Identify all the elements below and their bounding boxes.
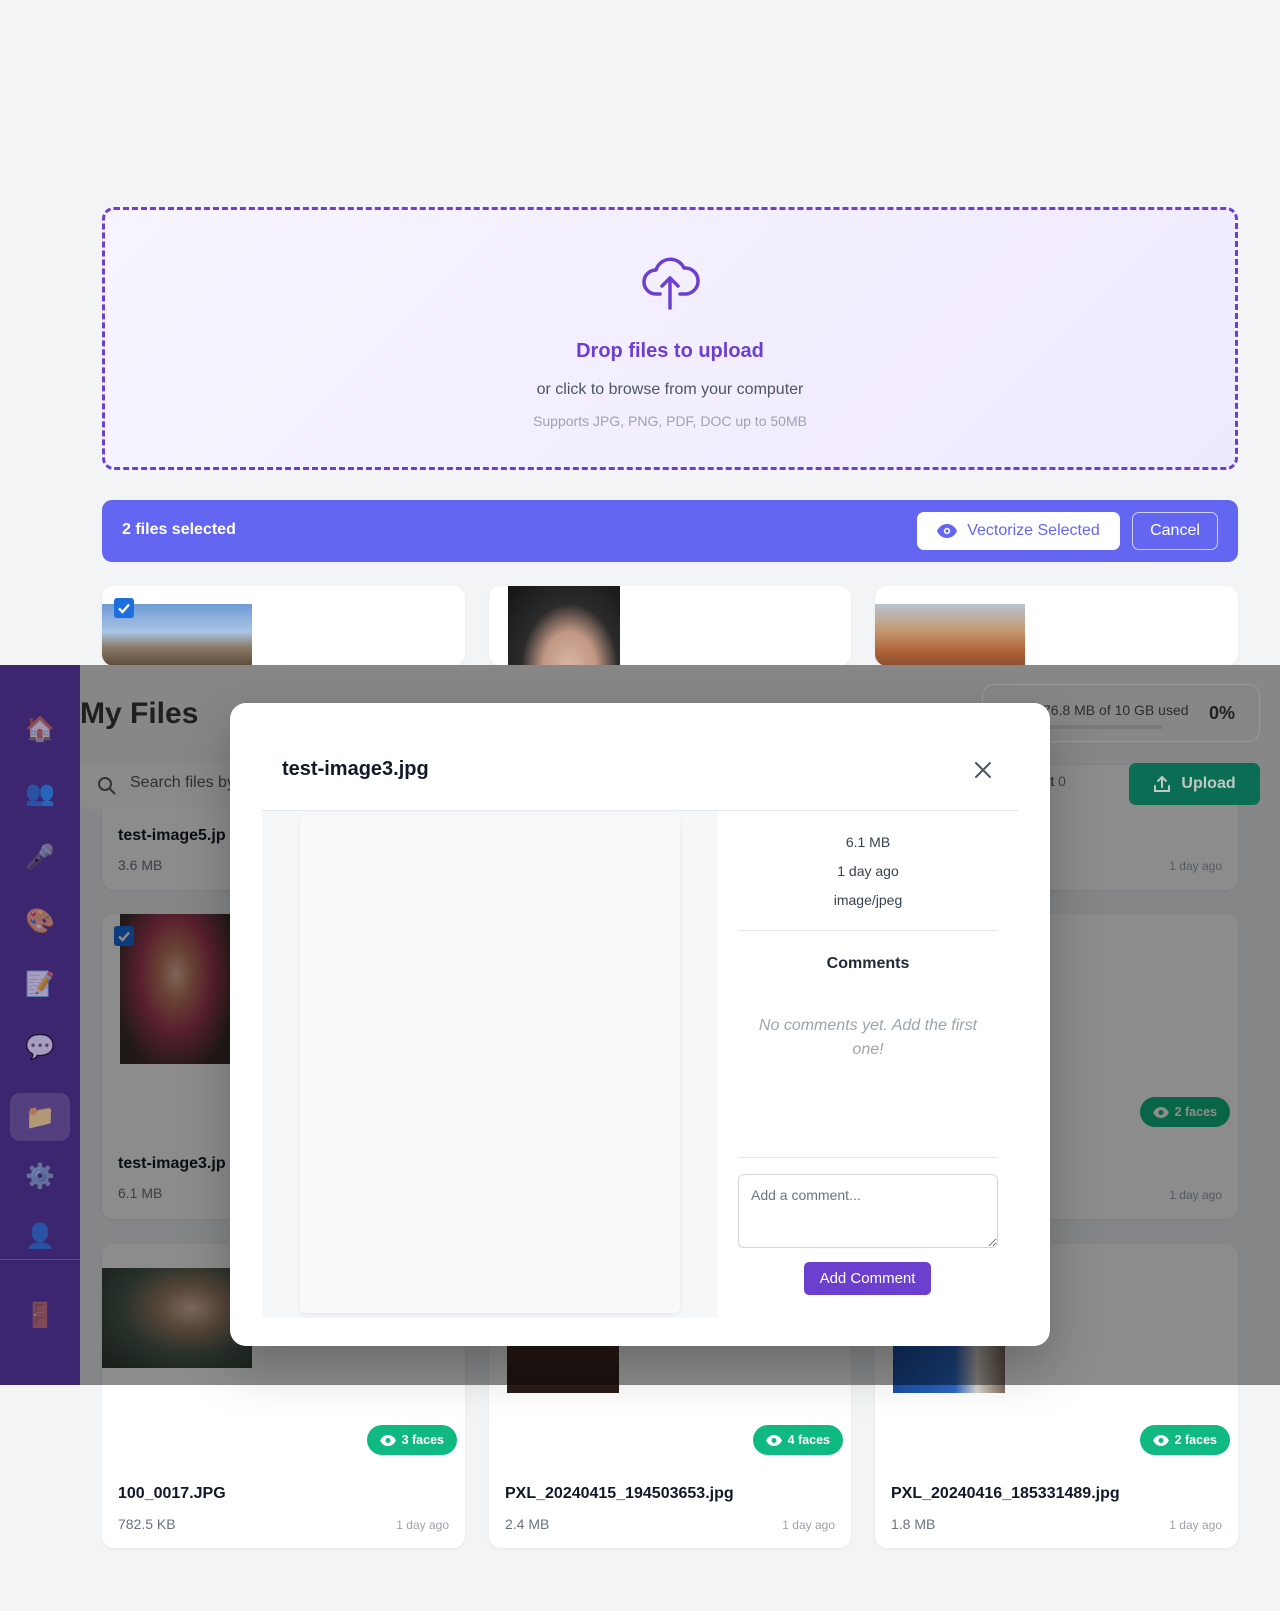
file-thumbnail xyxy=(508,586,620,666)
file-card[interactable] xyxy=(875,586,1238,666)
file-card[interactable] xyxy=(102,586,465,666)
cloud-upload-icon xyxy=(642,257,700,310)
nav-files[interactable]: 📁 xyxy=(10,1093,70,1141)
faces-count: 4 faces xyxy=(787,1433,830,1447)
file-details-modal: test-image3.jpg 6.1 MB 1 day ago image/j… xyxy=(230,703,1050,1346)
file-name: PXL_20240415_194503653.jpg xyxy=(505,1485,734,1502)
modal-title: test-image3.jpg xyxy=(282,758,429,780)
file-size: 782.5 KB xyxy=(118,1516,176,1532)
preview-image xyxy=(300,815,680,1313)
eye-icon xyxy=(379,1434,396,1446)
upload-subtitle: or click to browse from your computer xyxy=(536,381,804,398)
nav-microphone[interactable]: 🎤 xyxy=(10,833,70,881)
nav-home[interactable]: 🏠 xyxy=(10,705,70,753)
eye-icon xyxy=(1152,1434,1169,1446)
add-comment-button[interactable]: Add Comment xyxy=(804,1262,931,1295)
page-title: My Files xyxy=(80,697,199,730)
microphone-icon: 🎤 xyxy=(25,843,55,871)
file-date: 1 day ago xyxy=(396,1518,449,1532)
upload-title: Drop files to upload xyxy=(576,340,764,362)
nav-settings[interactable]: ⚙️ xyxy=(10,1152,70,1200)
recent-count: 0 xyxy=(1058,773,1066,789)
eye-icon xyxy=(765,1434,782,1446)
person-icon: 👤 xyxy=(25,1222,55,1250)
file-size: 1.8 MB xyxy=(891,1516,936,1532)
file-preview xyxy=(262,811,718,1318)
upload-dropzone[interactable]: Drop files to upload or click to browse … xyxy=(102,207,1238,470)
file-name: 100_0017.JPG xyxy=(118,1485,226,1502)
faces-count: 3 faces xyxy=(401,1433,444,1447)
empty-comments-message: No comments yet. Add the first one! xyxy=(758,1017,978,1058)
faces-count: 2 faces xyxy=(1174,1433,1217,1447)
comment-input[interactable] xyxy=(738,1174,998,1248)
cancel-button[interactable]: Cancel xyxy=(1132,512,1218,550)
meta-divider xyxy=(738,930,998,931)
file-date: 1 day ago xyxy=(1169,1518,1222,1532)
file-name: PXL_20240416_185331489.jpg xyxy=(891,1485,1120,1502)
folder-icon: 📁 xyxy=(25,1103,55,1131)
search-icon xyxy=(98,777,116,795)
selection-bar: 2 files selected Vectorize Selected Canc… xyxy=(102,500,1238,562)
faces-badge: 4 faces xyxy=(752,1425,843,1455)
search-placeholder: Search files by xyxy=(130,774,230,791)
nav-logout[interactable]: 🚪 xyxy=(10,1291,70,1339)
storage-bar xyxy=(1043,725,1163,729)
file-select-checkbox[interactable] xyxy=(114,598,134,618)
nav-users[interactable]: 👥 xyxy=(10,769,70,817)
nav-notes[interactable]: 📝 xyxy=(10,960,70,1008)
upload-button[interactable]: Upload xyxy=(1129,763,1260,805)
selected-count: 2 files selected xyxy=(122,521,236,538)
door-icon: 🚪 xyxy=(25,1301,55,1329)
file-size-meta: 6.1 MB xyxy=(845,834,891,850)
storage-percent: 0% xyxy=(1209,703,1236,723)
storage-text: 76.8 MB of 10 GB used xyxy=(1043,702,1189,718)
nav-chat[interactable]: 💬 xyxy=(10,1023,70,1071)
memo-icon: 📝 xyxy=(25,970,55,998)
comments-heading: Comments xyxy=(826,955,910,972)
palette-icon: 🎨 xyxy=(25,907,55,935)
faces-badge: 3 faces xyxy=(366,1425,457,1455)
nav-profile[interactable]: 👤 xyxy=(10,1212,70,1260)
file-type-meta: image/jpeg xyxy=(833,892,903,908)
file-date-meta: 1 day ago xyxy=(837,863,899,879)
close-icon xyxy=(975,762,991,778)
file-card[interactable] xyxy=(489,586,851,666)
upload-icon xyxy=(1154,775,1171,792)
file-thumbnail xyxy=(875,604,1025,666)
vectorize-selected-button[interactable]: Vectorize Selected xyxy=(917,512,1120,550)
upload-hint: Supports JPG, PNG, PDF, DOC up to 50MB xyxy=(533,413,807,429)
nav-palette[interactable]: 🎨 xyxy=(10,897,70,945)
file-date: 1 day ago xyxy=(782,1518,835,1532)
sidebar-divider xyxy=(0,1259,80,1260)
speech-bubble-icon: 💬 xyxy=(25,1033,55,1061)
faces-badge: 2 faces xyxy=(1139,1425,1230,1455)
gear-icon: ⚙️ xyxy=(25,1162,55,1190)
file-size: 2.4 MB xyxy=(505,1516,550,1532)
sidebar: 🏠 👥 🎤 🎨 📝 💬 📁 ⚙️ 👤 🚪 xyxy=(0,665,80,1385)
comments-divider xyxy=(738,1157,998,1158)
close-button[interactable] xyxy=(968,755,998,785)
vectorize-selected-label: Vectorize Selected xyxy=(967,522,1100,539)
upload-button-label: Upload xyxy=(1181,775,1236,792)
home-icon: 🏠 xyxy=(25,715,55,743)
eye-icon xyxy=(937,524,958,538)
users-icon: 👥 xyxy=(25,779,55,807)
